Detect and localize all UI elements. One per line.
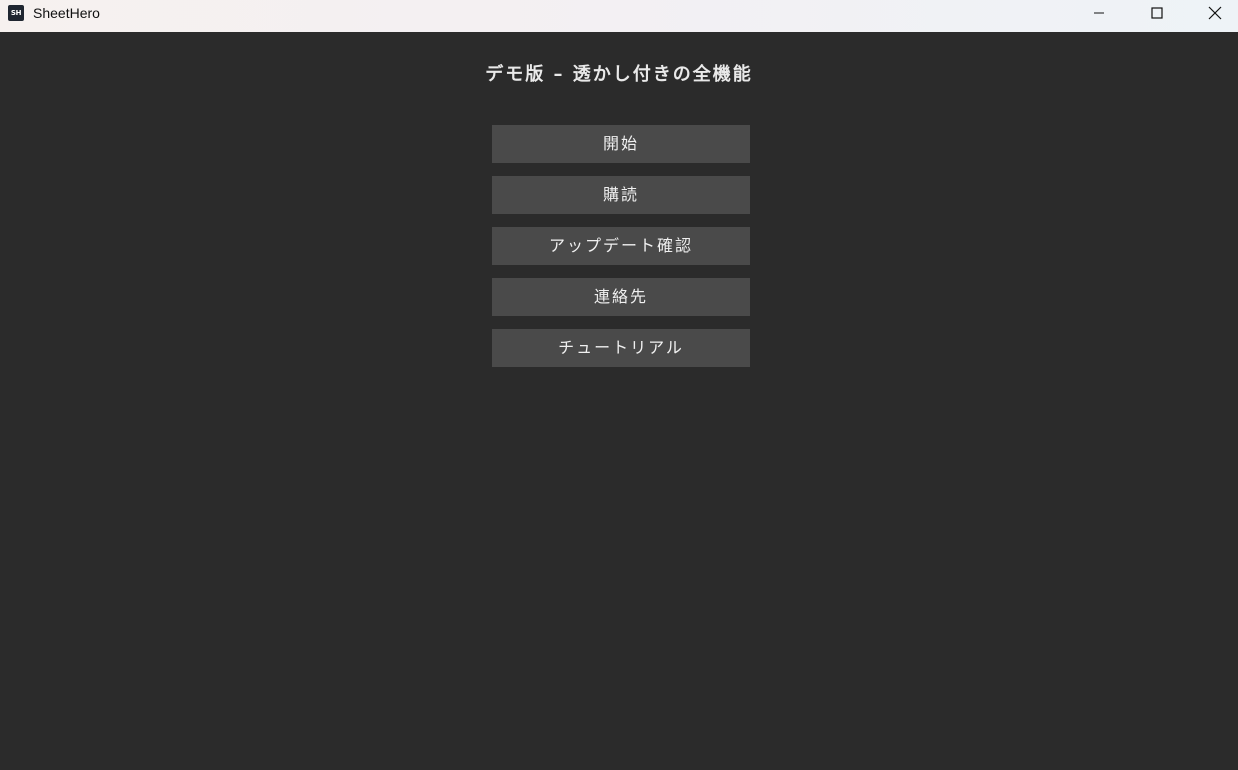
app-icon: SH (8, 5, 24, 21)
app-window: SH SheetHero デモ版 – 透かし付きの全機能 開始 購読 アップデー… (0, 0, 1238, 770)
minimize-button[interactable] (1076, 0, 1122, 26)
subscribe-button[interactable]: 購読 (492, 176, 750, 214)
page-title: デモ版 – 透かし付きの全機能 (485, 64, 753, 85)
maximize-icon (1151, 7, 1163, 19)
start-button[interactable]: 開始 (492, 125, 750, 163)
check-update-button[interactable]: アップデート確認 (492, 227, 750, 265)
minimize-icon (1094, 12, 1104, 14)
tutorial-button[interactable]: チュートリアル (492, 329, 750, 367)
main-menu: 開始 購読 アップデート確認 連絡先 チュートリアル (492, 125, 750, 380)
window-title: SheetHero (33, 5, 100, 21)
maximize-button[interactable] (1134, 0, 1180, 26)
title-bar[interactable]: SH SheetHero (0, 0, 1238, 32)
close-icon (1208, 6, 1222, 20)
contact-button[interactable]: 連絡先 (492, 278, 750, 316)
close-button[interactable] (1192, 0, 1238, 26)
main-content: デモ版 – 透かし付きの全機能 開始 購読 アップデート確認 連絡先 チュートリ… (0, 32, 1238, 770)
